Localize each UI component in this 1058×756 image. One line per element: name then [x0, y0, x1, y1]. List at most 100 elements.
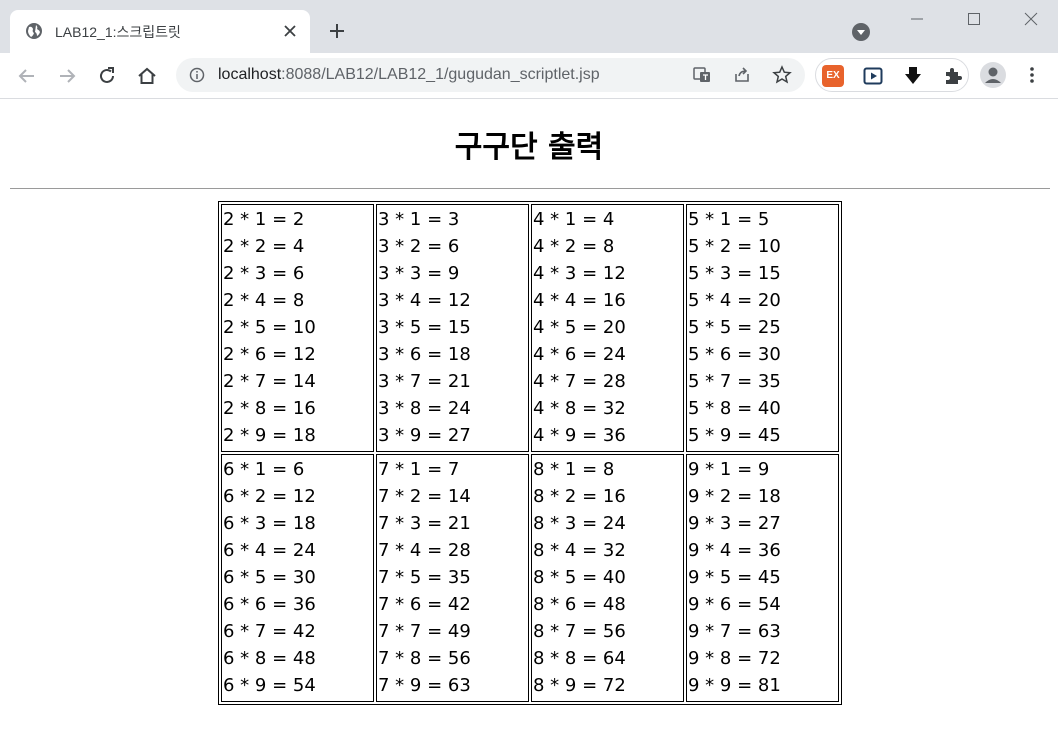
equation-line: 4 * 7 = 28 [533, 371, 626, 392]
equation-line: 7 * 9 = 63 [378, 675, 471, 696]
equation-line: 7 * 4 = 28 [378, 540, 471, 561]
equation-line: 6 * 2 = 12 [223, 486, 316, 507]
site-info-icon[interactable] [189, 67, 205, 83]
more-menu-icon[interactable] [1022, 65, 1042, 85]
browser-tab[interactable]: LAB12_1:스크립트릿 [10, 10, 310, 53]
equation-line: 8 * 1 = 8 [533, 459, 615, 480]
tab-strip: LAB12_1:스크립트릿 [0, 0, 1058, 53]
equation-line: 9 * 5 = 45 [688, 567, 781, 588]
equation-line: 2 * 8 = 16 [223, 398, 316, 419]
forward-icon[interactable] [55, 64, 79, 88]
equation-line: 6 * 7 = 42 [223, 621, 316, 642]
equation-line: 9 * 7 = 63 [688, 621, 781, 642]
video-extension-icon[interactable] [862, 65, 884, 87]
table-body: 2 * 1 = 2 2 * 2 = 4 2 * 3 = 6 2 * 4 = 8 2 * … [221, 204, 839, 702]
dan-cell: 5 * 1 = 5 5 * 2 = 10 5 * 3 = 15 5 * 4 = 20 5… [686, 204, 839, 452]
equation-line: 6 * 5 = 30 [223, 567, 316, 588]
equation-line: 5 * 3 = 15 [688, 263, 781, 284]
equation-line: 8 * 6 = 48 [533, 594, 626, 615]
equation-line: 5 * 5 = 25 [688, 317, 781, 338]
home-icon[interactable] [135, 64, 159, 88]
equation-line: 3 * 4 = 12 [378, 290, 471, 311]
equation-line: 9 * 8 = 72 [688, 648, 781, 669]
equation-line: 7 * 8 = 56 [378, 648, 471, 669]
equation-line: 2 * 1 = 2 [223, 209, 305, 230]
equation-line: 9 * 9 = 81 [688, 675, 781, 696]
dan-cell: 6 * 1 = 6 6 * 2 = 12 6 * 3 = 18 6 * 4 = 24 6… [221, 454, 374, 702]
minimize-icon[interactable] [906, 8, 928, 30]
equation-line: 5 * 6 = 30 [688, 344, 781, 365]
equation-line: 6 * 3 = 18 [223, 513, 316, 534]
equation-line: 3 * 9 = 27 [378, 425, 471, 446]
equation-line: 5 * 7 = 35 [688, 371, 781, 392]
equation-line: 8 * 9 = 72 [533, 675, 626, 696]
tab-search-icon[interactable] [851, 22, 871, 42]
reload-icon[interactable] [95, 64, 119, 88]
bookmark-star-icon[interactable] [772, 65, 792, 85]
equation-line: 3 * 8 = 24 [378, 398, 471, 419]
dan-cell: 9 * 1 = 9 9 * 2 = 18 9 * 3 = 27 9 * 4 = 36 9… [686, 454, 839, 702]
dan-cell: 3 * 1 = 3 3 * 2 = 6 3 * 3 = 9 3 * 4 = 12 3 *… [376, 204, 529, 452]
equation-line: 8 * 4 = 32 [533, 540, 626, 561]
equation-line: 7 * 7 = 49 [378, 621, 471, 642]
profile-avatar[interactable] [980, 62, 1006, 88]
globe-icon [26, 23, 42, 39]
equation-line: 4 * 1 = 4 [533, 209, 615, 230]
multiplication-table: 2 * 1 = 2 2 * 2 = 4 2 * 3 = 6 2 * 4 = 8 2 * … [218, 201, 842, 705]
equation-line: 5 * 2 = 10 [688, 236, 781, 257]
url-host: localhost [218, 66, 282, 83]
new-tab-icon[interactable] [327, 21, 347, 41]
equation-line: 4 * 3 = 12 [533, 263, 626, 284]
equation-line: 8 * 2 = 16 [533, 486, 626, 507]
equation-line: 9 * 4 = 36 [688, 540, 781, 561]
url-text[interactable]: localhost:8088/LAB12/LAB12_1/gugudan_scr… [218, 66, 600, 84]
equation-line: 5 * 4 = 20 [688, 290, 781, 311]
equation-line: 2 * 3 = 6 [223, 263, 305, 284]
equation-line: 2 * 9 = 18 [223, 425, 316, 446]
equation-line: 3 * 1 = 3 [378, 209, 460, 230]
equation-line: 3 * 6 = 18 [378, 344, 471, 365]
address-bar[interactable]: localhost:8088/LAB12/LAB12_1/gugudan_scr… [176, 58, 805, 92]
equation-line: 4 * 9 = 36 [533, 425, 626, 446]
equation-line: 8 * 5 = 40 [533, 567, 626, 588]
extensions-area: EX [815, 58, 969, 92]
equation-line: 3 * 2 = 6 [378, 236, 460, 257]
equation-line: 7 * 5 = 35 [378, 567, 471, 588]
equation-line: 8 * 7 = 56 [533, 621, 626, 642]
equation-line: 3 * 5 = 15 [378, 317, 471, 338]
back-icon[interactable] [15, 64, 39, 88]
equation-line: 4 * 5 = 20 [533, 317, 626, 338]
equation-line: 2 * 4 = 8 [223, 290, 305, 311]
equation-line: 7 * 1 = 7 [378, 459, 460, 480]
equation-line: 6 * 1 = 6 [223, 459, 305, 480]
equation-line: 7 * 3 = 21 [378, 513, 471, 534]
equation-line: 6 * 8 = 48 [223, 648, 316, 669]
browser-toolbar: localhost:8088/LAB12/LAB12_1/gugudan_scr… [0, 53, 1058, 99]
equation-line: 6 * 4 = 24 [223, 540, 316, 561]
equation-line: 5 * 1 = 5 [688, 209, 770, 230]
equation-line: 3 * 7 = 21 [378, 371, 471, 392]
equation-line: 2 * 7 = 14 [223, 371, 316, 392]
share-icon[interactable] [732, 65, 752, 85]
dan-cell: 4 * 1 = 4 4 * 2 = 8 4 * 3 = 12 4 * 4 = 16 4 … [531, 204, 684, 452]
download-extension-icon[interactable] [902, 65, 924, 87]
puzzle-icon[interactable] [942, 65, 964, 87]
tab-title: LAB12_1:스크립트릿 [55, 24, 181, 40]
dan-cell: 2 * 1 = 2 2 * 2 = 4 2 * 3 = 6 2 * 4 = 8 2 * … [221, 204, 374, 452]
equation-line: 9 * 3 = 27 [688, 513, 781, 534]
extension-ex-icon[interactable]: EX [822, 65, 844, 87]
maximize-icon[interactable] [963, 8, 985, 30]
equation-line: 6 * 6 = 36 [223, 594, 316, 615]
horizontal-rule [10, 188, 1050, 189]
table-row: 2 * 1 = 2 2 * 2 = 4 2 * 3 = 6 2 * 4 = 8 2 * … [221, 204, 839, 452]
equation-line: 9 * 6 = 54 [688, 594, 781, 615]
equation-line: 4 * 2 = 8 [533, 236, 615, 257]
equation-line: 9 * 1 = 9 [688, 459, 770, 480]
close-window-icon[interactable] [1020, 8, 1042, 30]
close-tab-icon[interactable] [282, 23, 298, 39]
equation-line: 4 * 4 = 16 [533, 290, 626, 311]
equation-line: 2 * 6 = 12 [223, 344, 316, 365]
equation-line: 9 * 2 = 18 [688, 486, 781, 507]
equation-line: 7 * 6 = 42 [378, 594, 471, 615]
translate-icon[interactable] [692, 65, 712, 85]
